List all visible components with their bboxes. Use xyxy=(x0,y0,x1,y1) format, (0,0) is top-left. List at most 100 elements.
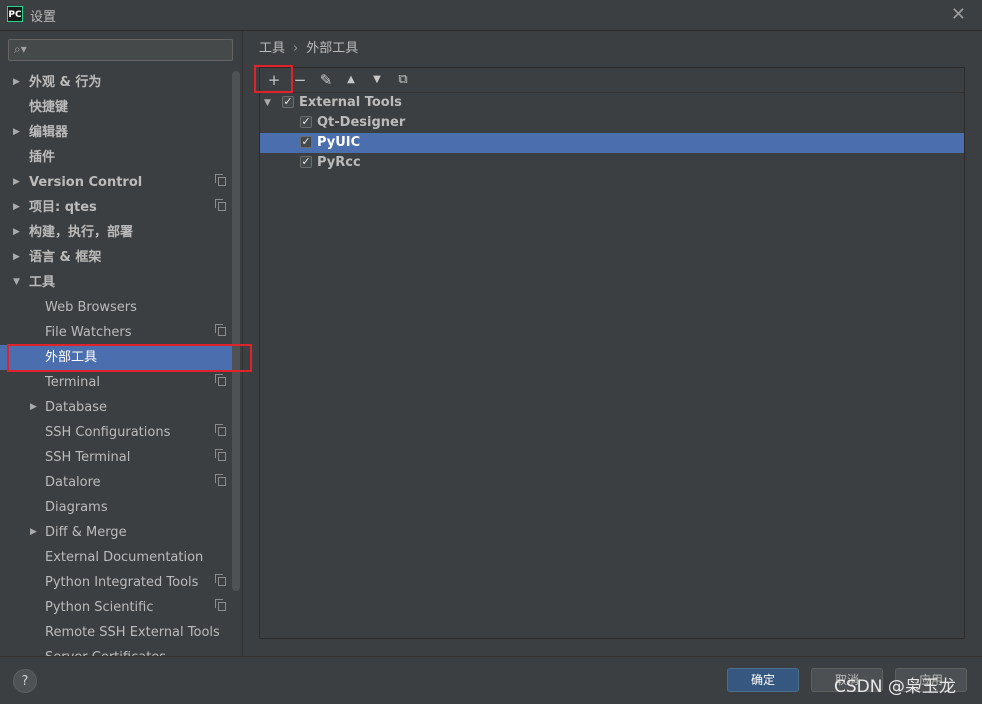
sidebar-scrollbar[interactable] xyxy=(232,71,240,591)
sidebar-item[interactable]: SSH Configurations xyxy=(0,420,232,445)
sidebar-item[interactable]: Server Certificates xyxy=(0,645,232,656)
title-bar: PC 设置 ✕ xyxy=(0,0,982,31)
tool-row[interactable]: ✓ PyUIC xyxy=(260,133,964,153)
collapsed-arrow-icon[interactable]: ▶ xyxy=(13,195,20,220)
sidebar-item[interactable]: Python Scientific xyxy=(0,595,232,620)
project-scope-icon xyxy=(215,324,226,336)
sidebar-item[interactable]: SSH Terminal xyxy=(0,445,232,470)
sidebar-item-label: SSH Terminal xyxy=(45,450,131,465)
help-button[interactable]: ? xyxy=(13,669,37,693)
project-scope-icon xyxy=(215,574,226,586)
breadcrumb-current: 外部工具 xyxy=(306,41,359,56)
remove-button[interactable]: − xyxy=(289,70,311,90)
sidebar-item[interactable]: Web Browsers xyxy=(0,295,232,320)
sidebar-item-label: 插件 xyxy=(29,150,56,165)
sidebar-item-label: Version Control xyxy=(29,175,143,190)
tool-checkbox[interactable]: ✓ xyxy=(300,116,312,128)
tool-label: External Tools xyxy=(299,95,402,110)
sidebar-item-label: Datalore xyxy=(45,475,101,490)
sidebar-item-label: File Watchers xyxy=(45,325,132,340)
sidebar-item-label: Diagrams xyxy=(45,500,108,515)
tool-checkbox[interactable]: ✓ xyxy=(300,156,312,168)
sidebar-item[interactable]: Remote SSH External Tools xyxy=(0,620,232,645)
expanded-arrow-icon[interactable]: ▼ xyxy=(264,93,271,113)
sidebar-item-label: Database xyxy=(45,400,108,415)
project-scope-icon xyxy=(215,199,226,211)
breadcrumb-parent[interactable]: 工具 xyxy=(259,41,285,56)
ok-button[interactable]: 确定 xyxy=(727,668,799,692)
project-scope-icon xyxy=(215,174,226,186)
tools-tree: ▼ ✓ External Tools ✓ Qt-Designer ✓ PyUIC ✓ PyRcc xyxy=(260,93,964,173)
sidebar-item[interactable]: Datalore xyxy=(0,470,232,495)
sidebar-item[interactable]: ▶ 构建，执行，部署 xyxy=(0,220,232,245)
search-input[interactable]: ⌕▾ xyxy=(8,39,233,61)
sidebar-item-label: 工具 xyxy=(29,275,56,290)
dialog-footer: ? 确定 取消 应用 xyxy=(0,656,982,704)
sidebar-item-label: Web Browsers xyxy=(45,300,137,315)
sidebar-item-label: Remote SSH External Tools xyxy=(45,625,220,640)
expanded-arrow-icon[interactable]: ▼ xyxy=(13,270,20,295)
window-title: 设置 xyxy=(30,10,57,25)
tool-label: Qt-Designer xyxy=(317,115,406,130)
sidebar-item[interactable]: ▶ Version Control xyxy=(0,170,232,195)
sidebar-item-label: SSH Configurations xyxy=(45,425,171,440)
move-down-icon[interactable]: ▼ xyxy=(366,70,388,90)
cancel-button[interactable]: 取消 xyxy=(811,668,883,692)
collapsed-arrow-icon[interactable]: ▶ xyxy=(13,170,20,195)
sidebar-item[interactable]: File Watchers xyxy=(0,320,232,345)
sidebar-item-label: Diff & Merge xyxy=(45,525,127,540)
sidebar-item[interactable]: External Documentation xyxy=(0,545,232,570)
sidebar-item-label: 构建，执行，部署 xyxy=(29,225,134,240)
sidebar-item[interactable]: ▶ 编辑器 xyxy=(0,120,232,145)
settings-tree: ▶ 外观 & 行为 快捷键 ▶ 编辑器插件 ▶ Version Control ▶ 项目: qt… xyxy=(0,70,232,656)
collapsed-arrow-icon[interactable]: ▶ xyxy=(30,395,37,420)
collapsed-arrow-icon[interactable]: ▶ xyxy=(30,520,37,545)
sidebar-item-label: 外观 & 行为 xyxy=(29,75,102,90)
apply-button[interactable]: 应用 xyxy=(895,668,967,692)
tool-label: PyRcc xyxy=(317,155,361,170)
sidebar-item[interactable]: Diagrams xyxy=(0,495,232,520)
sidebar-item-label: Terminal xyxy=(45,375,100,390)
sidebar-item[interactable]: ▶ 语言 & 框架 xyxy=(0,245,232,270)
close-icon[interactable]: ✕ xyxy=(951,4,966,25)
sidebar-item[interactable]: ▶ 项目: qtes xyxy=(0,195,232,220)
sidebar-item-label: Python Scientific xyxy=(45,600,154,615)
tool-checkbox[interactable]: ✓ xyxy=(300,136,312,148)
move-up-icon[interactable]: ▲ xyxy=(340,70,362,90)
sidebar-item[interactable]: ▶ 外观 & 行为 xyxy=(0,70,232,95)
edit-pencil-icon[interactable]: ✎ xyxy=(315,70,337,90)
sidebar-item-label: 编辑器 xyxy=(29,125,69,140)
search-icon: ⌕▾ xyxy=(14,42,27,56)
sidebar-item-label: 项目: qtes xyxy=(29,200,97,215)
project-scope-icon xyxy=(215,474,226,486)
tools-toolbar: + − ✎ ▲ ▼ ⧉ xyxy=(260,68,964,93)
sidebar-item[interactable]: ▼ 工具 xyxy=(0,270,232,295)
sidebar-item[interactable]: 外部工具 xyxy=(0,345,232,370)
sidebar-item-label: 快捷键 xyxy=(29,100,69,115)
sidebar-item[interactable]: 快捷键 xyxy=(0,95,232,120)
external-tools-panel: + − ✎ ▲ ▼ ⧉ ▼ ✓ External Tools ✓ Qt-Designer… xyxy=(259,67,965,639)
copy-icon[interactable]: ⧉ xyxy=(392,70,414,90)
collapsed-arrow-icon[interactable]: ▶ xyxy=(13,245,20,270)
tool-label: PyUIC xyxy=(317,135,361,150)
sidebar-item[interactable]: ▶ Database xyxy=(0,395,232,420)
collapsed-arrow-icon[interactable]: ▶ xyxy=(13,120,20,145)
pycharm-app-icon: PC xyxy=(7,6,23,22)
sidebar-item[interactable]: Python Integrated Tools xyxy=(0,570,232,595)
project-scope-icon xyxy=(215,449,226,461)
project-scope-icon xyxy=(215,374,226,386)
sidebar-item[interactable]: Terminal xyxy=(0,370,232,395)
tool-group-row[interactable]: ▼ ✓ External Tools xyxy=(260,93,964,113)
project-scope-icon xyxy=(215,599,226,611)
tool-row[interactable]: ✓ Qt-Designer xyxy=(260,113,964,133)
sidebar-item[interactable]: 插件 xyxy=(0,145,232,170)
settings-sidebar: ⌕▾ ▶ 外观 & 行为 快捷键 ▶ 编辑器插件 ▶ Version Control ▶ 项目:… xyxy=(0,31,243,656)
add-button[interactable]: + xyxy=(263,70,285,90)
collapsed-arrow-icon[interactable]: ▶ xyxy=(13,70,20,95)
sidebar-item-label: 外部工具 xyxy=(45,350,98,365)
collapsed-arrow-icon[interactable]: ▶ xyxy=(13,220,20,245)
sidebar-item[interactable]: ▶ Diff & Merge xyxy=(0,520,232,545)
tool-checkbox[interactable]: ✓ xyxy=(282,96,294,108)
sidebar-item-label: Python Integrated Tools xyxy=(45,575,199,590)
tool-row[interactable]: ✓ PyRcc xyxy=(260,153,964,173)
